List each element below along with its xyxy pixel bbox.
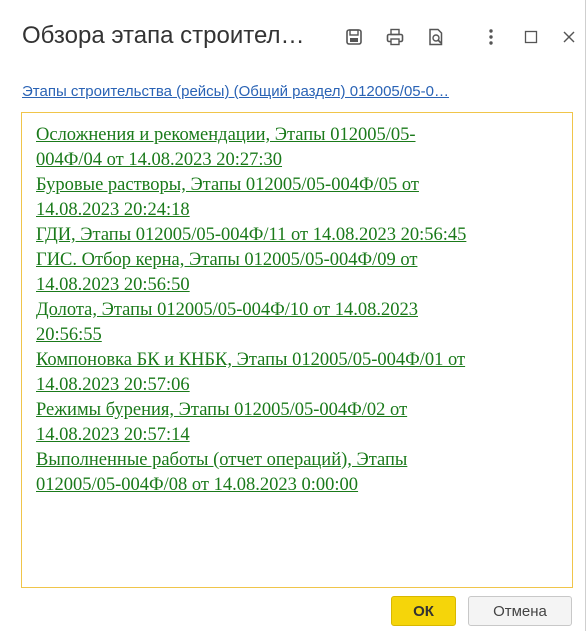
links-panel: Осложнения и рекомендации, Этапы 012005/… [21,112,573,588]
close-icon[interactable] [558,26,580,48]
more-vertical-icon[interactable] [480,26,502,48]
link-completed-works[interactable]: Выполненные работы (отчет операций), Эта… [36,448,566,498]
dialog-window: Обзора этапа строител… Этапы строительст… [0,0,586,631]
ok-button[interactable]: ОК [391,596,456,626]
link-bits[interactable]: Долота, Этапы 012005/05-004Ф/10 от 14.08… [36,298,566,348]
save-icon[interactable] [343,26,365,48]
link-complications[interactable]: Осложнения и рекомендации, Этапы 012005/… [36,123,566,173]
link-gdi[interactable]: ГДИ, Этапы 012005/05-004Ф/11 от 14.08.20… [36,223,566,248]
dialog-header: Обзора этапа строител… [0,0,586,72]
print-preview-icon[interactable] [425,26,447,48]
links-list: Осложнения и рекомендации, Этапы 012005/… [36,123,566,498]
print-icon[interactable] [384,26,406,48]
link-gis-core[interactable]: ГИС. Отбор керна, Этапы 012005/05-004Ф/0… [36,248,566,298]
dialog-title: Обзора этапа строител… [22,22,305,49]
cancel-button[interactable]: Отмена [468,596,572,626]
subtitle-link[interactable]: Этапы строительства (рейсы) (Общий разде… [22,83,449,100]
link-bha-layout[interactable]: Компоновка БК и КНБК, Этапы 012005/05-00… [36,348,566,398]
link-drilling-modes[interactable]: Режимы бурения, Этапы 012005/05-004Ф/02 … [36,398,566,448]
maximize-icon[interactable] [520,26,542,48]
link-drilling-fluids[interactable]: Буровые растворы, Этапы 012005/05-004Ф/0… [36,173,566,223]
